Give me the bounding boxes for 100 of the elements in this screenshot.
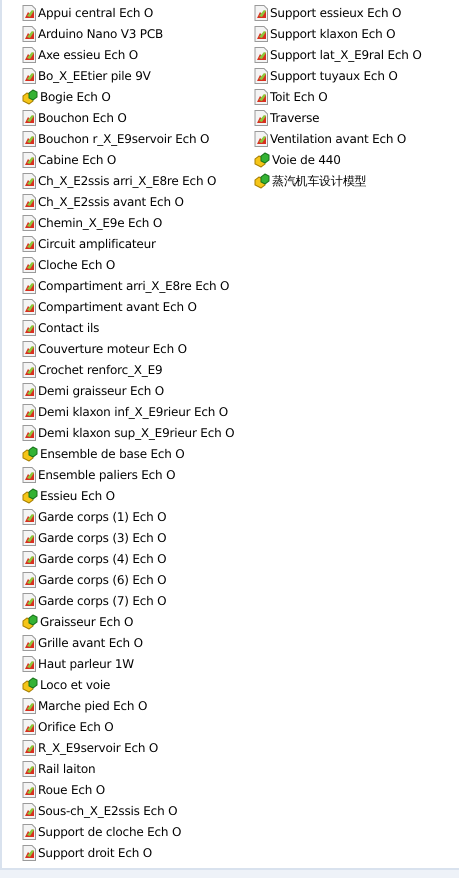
- file-item[interactable]: Contact ils: [22, 317, 254, 338]
- blocks-icon: [254, 172, 270, 188]
- file-item[interactable]: Compartiment arri_X_E8re Ech O: [22, 275, 254, 296]
- document-icon: [22, 194, 36, 210]
- file-item[interactable]: Couverture moteur Ech O: [22, 338, 254, 359]
- document-icon: [22, 130, 36, 146]
- document-icon: [22, 362, 36, 378]
- document-icon: [22, 236, 36, 252]
- file-item[interactable]: Support klaxon Ech O: [254, 23, 459, 44]
- file-item[interactable]: Toit Ech O: [254, 86, 459, 107]
- file-item[interactable]: Cloche Ech O: [22, 254, 254, 275]
- file-item[interactable]: Bo_X_EEtier pile 9V: [22, 65, 254, 86]
- file-item[interactable]: Ensemble de base Ech O: [22, 443, 254, 464]
- file-item[interactable]: Crochet renforc_X_E9: [22, 359, 254, 380]
- document-icon: [22, 844, 36, 860]
- blocks-icon: [22, 614, 38, 630]
- document-icon: [22, 698, 36, 714]
- file-item[interactable]: Ch_X_E2ssis arri_X_E8re Ech O: [22, 170, 254, 191]
- blocks-icon: [22, 88, 38, 104]
- file-item[interactable]: Appui central Ech O: [22, 2, 254, 23]
- file-item[interactable]: Compartiment avant Ech O: [22, 296, 254, 317]
- document-icon: [22, 824, 36, 840]
- file-item[interactable]: Arduino Nano V3 PCB: [22, 23, 254, 44]
- file-item[interactable]: Garde corps (1) Ech O: [22, 506, 254, 527]
- document-icon: [22, 802, 36, 818]
- document-icon: [22, 382, 36, 398]
- blocks-icon: [22, 446, 38, 462]
- file-item[interactable]: Support droit Ech O: [22, 842, 254, 863]
- document-icon: [22, 782, 36, 798]
- file-item[interactable]: Support lat_X_E9ral Ech O: [254, 44, 459, 65]
- file-item[interactable]: Orifice Ech O: [22, 716, 254, 737]
- document-icon: [22, 634, 36, 650]
- document-icon: [22, 572, 36, 588]
- document-icon: [254, 68, 268, 84]
- document-icon: [22, 298, 36, 314]
- file-item[interactable]: Ch_X_E2ssis avant Ech O: [22, 191, 254, 212]
- file-item[interactable]: Demi graisseur Ech O: [22, 380, 254, 401]
- file-item[interactable]: Ventilation avant Ech O: [254, 128, 459, 149]
- document-icon: [22, 466, 36, 482]
- document-icon: [254, 110, 268, 126]
- document-icon: [22, 46, 36, 62]
- document-icon: [22, 340, 36, 356]
- file-item[interactable]: Garde corps (4) Ech O: [22, 548, 254, 569]
- document-icon: [22, 110, 36, 126]
- document-icon: [22, 172, 36, 188]
- file-item[interactable]: Marche pied Ech O: [22, 695, 254, 716]
- document-icon: [22, 592, 36, 608]
- file-item[interactable]: Haut parleur 1W: [22, 653, 254, 674]
- document-icon: [22, 760, 36, 776]
- file-item[interactable]: Support de cloche Ech O: [22, 821, 254, 842]
- file-item[interactable]: Graisseur Ech O: [22, 611, 254, 632]
- document-icon: [22, 424, 36, 440]
- document-icon: [254, 4, 268, 20]
- file-item[interactable]: Support tuyaux Ech O: [254, 65, 459, 86]
- document-icon: [22, 404, 36, 420]
- file-item[interactable]: Chemin_X_E9e Ech O: [22, 212, 254, 233]
- document-icon: [254, 26, 268, 42]
- document-icon: [22, 4, 36, 20]
- file-item[interactable]: Ensemble paliers Ech O: [22, 464, 254, 485]
- file-item[interactable]: Loco et voie: [22, 674, 254, 695]
- document-icon: [254, 88, 268, 104]
- blocks-icon: [254, 152, 270, 168]
- file-item[interactable]: Demi klaxon inf_X_E9rieur Ech O: [22, 401, 254, 422]
- file-item[interactable]: Voie de 440: [254, 149, 459, 170]
- document-icon: [254, 46, 268, 62]
- document-icon: [22, 656, 36, 672]
- document-icon: [22, 530, 36, 546]
- file-item[interactable]: R_X_E9servoir Ech O: [22, 737, 254, 758]
- file-item[interactable]: Garde corps (7) Ech O: [22, 590, 254, 611]
- document-icon: [22, 718, 36, 734]
- file-item[interactable]: Essieu Ech O: [22, 485, 254, 506]
- document-icon: [22, 152, 36, 168]
- file-item[interactable]: Roue Ech O: [22, 779, 254, 800]
- file-item[interactable]: 蒸汽机车设计模型: [254, 170, 459, 191]
- blocks-icon: [22, 488, 38, 504]
- document-icon: [22, 320, 36, 336]
- document-icon: [22, 550, 36, 566]
- file-item[interactable]: Grille avant Ech O: [22, 632, 254, 653]
- document-icon: [22, 256, 36, 272]
- file-item[interactable]: Traverse: [254, 107, 459, 128]
- document-icon: [22, 740, 36, 756]
- document-icon: [22, 508, 36, 524]
- file-item[interactable]: Sous-ch_X_E2ssis Ech O: [22, 800, 254, 821]
- document-icon: [22, 278, 36, 294]
- file-item[interactable]: Bouchon r_X_E9servoir Ech O: [22, 128, 254, 149]
- file-item[interactable]: Rail laiton: [22, 758, 254, 779]
- file-item[interactable]: Garde corps (6) Ech O: [22, 569, 254, 590]
- file-item[interactable]: Circuit amplificateur: [22, 233, 254, 254]
- document-icon: [22, 26, 36, 42]
- file-item[interactable]: Cabine Ech O: [22, 149, 254, 170]
- file-item[interactable]: Garde corps (3) Ech O: [22, 527, 254, 548]
- file-item[interactable]: Bogie Ech O: [22, 86, 254, 107]
- file-item[interactable]: Axe essieu Ech O: [22, 44, 254, 65]
- blocks-icon: [22, 676, 38, 692]
- file-item[interactable]: Bouchon Ech O: [22, 107, 254, 128]
- document-icon: [22, 214, 36, 230]
- file-item[interactable]: Support essieux Ech O: [254, 2, 459, 23]
- document-icon: [254, 130, 268, 146]
- file-item[interactable]: Demi klaxon sup_X_E9rieur Ech O: [22, 422, 254, 443]
- document-icon: [22, 68, 36, 84]
